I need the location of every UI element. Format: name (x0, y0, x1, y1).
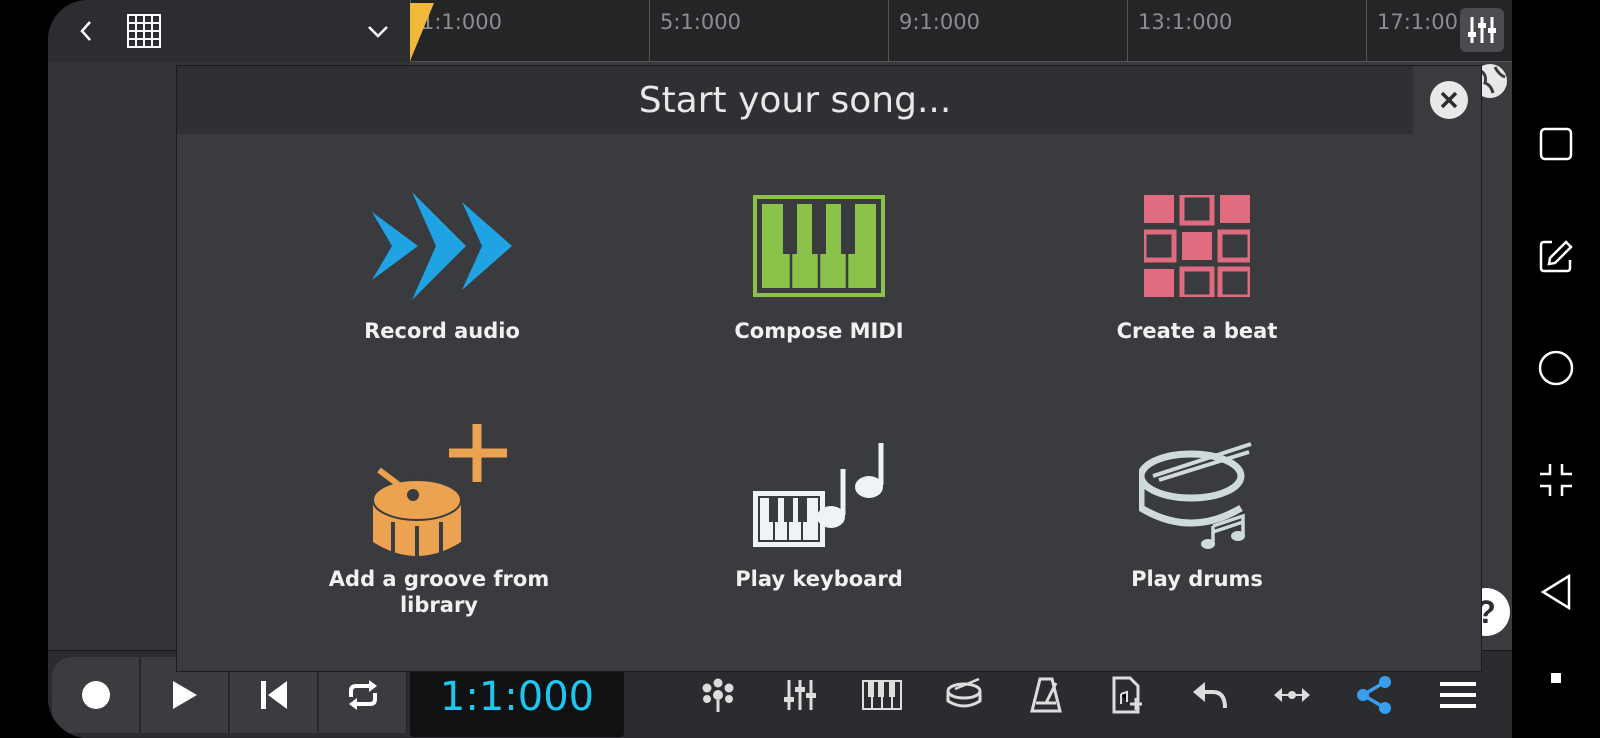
keyboard-icon (862, 680, 902, 710)
nav-dot (1534, 656, 1578, 700)
skip-back-icon (260, 681, 287, 709)
add-groove-option[interactable]: Add a groove from library (289, 424, 589, 634)
drum-plus-icon (372, 424, 507, 564)
play-drums-option[interactable]: Play drums (1047, 424, 1347, 634)
top-bar: 1:1:000 5:1:000 9:1:000 13:1:000 17:1:00 (48, 0, 1512, 62)
play-icon (172, 681, 197, 709)
track-dropdown-button[interactable] (360, 14, 396, 50)
system-navigation-bar (1512, 0, 1600, 738)
app-window: 1:1:000 5:1:000 9:1:000 13:1:000 17:1:00 (48, 0, 1512, 738)
create-beat-option[interactable]: Create a beat (1047, 176, 1347, 386)
start-song-dialog: Start your song... Record audio Compose … (176, 65, 1482, 672)
beat-pads-icon (1144, 195, 1250, 297)
fast-forward-icon (372, 192, 512, 300)
minimize-button[interactable] (1534, 458, 1578, 502)
ruler-mark: 5:1:000 (649, 0, 741, 62)
dialog-title: Start your song... (177, 66, 1413, 134)
ruler-mark: 17:1:00 (1366, 0, 1458, 62)
edit-icon (1539, 240, 1573, 273)
fx-icon (702, 678, 734, 712)
option-label: Compose MIDI (734, 319, 904, 343)
keyboard-notes-icon (753, 443, 884, 547)
close-icon (1440, 91, 1458, 109)
mixer-icon (1468, 17, 1496, 43)
drum-icon (946, 677, 982, 708)
circle-icon (1538, 350, 1574, 386)
option-label: Add a groove from library (328, 567, 550, 617)
home-button[interactable] (1534, 346, 1578, 390)
arrows-icon (1274, 688, 1310, 702)
option-label: Create a beat (1116, 319, 1278, 343)
dialog-close-button[interactable] (1430, 81, 1468, 119)
grid-button[interactable] (124, 12, 164, 50)
back-button[interactable] (68, 12, 104, 50)
track-header-bar (48, 0, 410, 62)
ruler-mark: 9:1:000 (888, 0, 980, 62)
system-back-button[interactable] (1534, 570, 1578, 614)
record-icon (81, 681, 110, 709)
square-icon (1539, 127, 1573, 161)
mixer-button[interactable] (1460, 8, 1504, 52)
undo-icon (1193, 682, 1227, 709)
piano-keys-icon (753, 195, 885, 297)
edit-screenshot-button[interactable] (1534, 234, 1578, 278)
share-icon (1357, 676, 1391, 714)
mixer-icon (784, 680, 816, 710)
chevron-down-icon (368, 26, 388, 38)
collapse-icon (1540, 464, 1572, 496)
option-label: Play keyboard (735, 567, 903, 591)
dot-icon (1551, 673, 1561, 683)
metronome-icon (1030, 677, 1062, 713)
option-label: Record audio (364, 319, 520, 343)
compose-midi-option[interactable]: Compose MIDI (669, 176, 969, 386)
triangle-back-icon (1540, 574, 1571, 610)
drum-music-icon (1139, 442, 1252, 549)
loop-icon (348, 680, 377, 710)
play-keyboard-option[interactable]: Play keyboard (669, 424, 969, 634)
record-button[interactable] (52, 657, 140, 733)
option-label: Play drums (1131, 567, 1263, 591)
timeline-ruler[interactable]: 1:1:000 5:1:000 9:1:000 13:1:000 17:1:00 (410, 0, 1512, 62)
grid-icon (127, 14, 161, 48)
menu-icon (1440, 682, 1476, 708)
add-file-icon (1112, 676, 1142, 714)
record-audio-option[interactable]: Record audio (292, 176, 592, 386)
chevron-left-icon (80, 21, 91, 41)
playhead-marker[interactable] (410, 3, 434, 61)
ruler-mark: 13:1:000 (1127, 0, 1232, 62)
window-mode-button[interactable] (1534, 122, 1578, 166)
